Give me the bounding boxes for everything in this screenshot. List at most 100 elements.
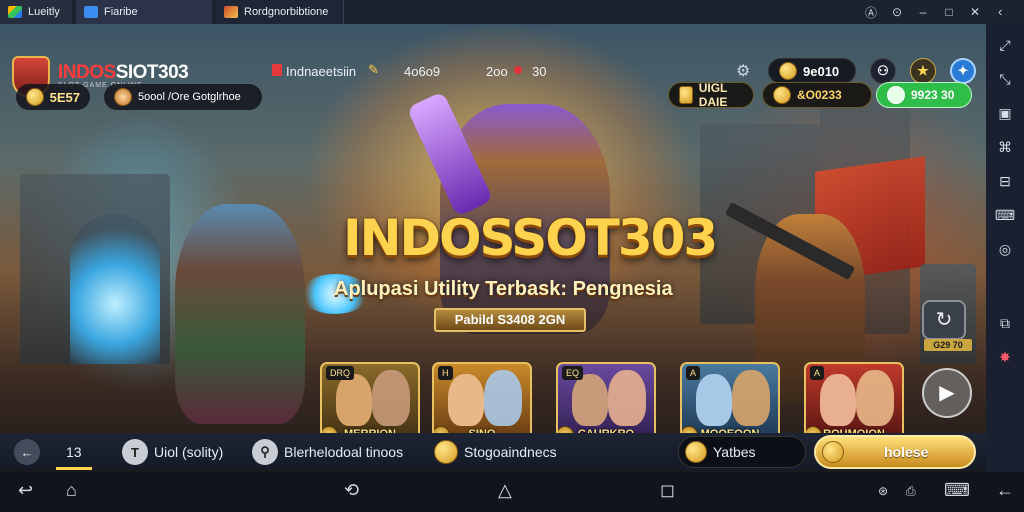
window-controls: Ⓐ ⊙ – □ ✕ bbox=[858, 0, 988, 24]
hero-portrait bbox=[856, 370, 894, 426]
game-viewport[interactable]: INDOSSIOT303 SLOT GAME ONLINE Indnaeetsi… bbox=[0, 24, 986, 472]
tab-app[interactable]: Lueitly bbox=[0, 0, 72, 24]
location-icon[interactable]: ◎ bbox=[994, 238, 1016, 260]
app-icon bbox=[8, 6, 22, 18]
hero-portrait bbox=[608, 370, 646, 426]
game-icon bbox=[224, 6, 238, 18]
profile-avatar-icon[interactable]: ✦ bbox=[950, 58, 976, 84]
stats-banner: Pabild S3408 2GN bbox=[434, 308, 586, 332]
count-b: 2oo bbox=[486, 64, 508, 79]
gold-coin-icon bbox=[26, 88, 44, 106]
tab-game-label: Rordgnorbibtione bbox=[244, 6, 329, 18]
maximize-button[interactable]: □ bbox=[936, 5, 962, 19]
nav-keyboard-icon[interactable]: ⌨ bbox=[944, 480, 970, 501]
active-underline bbox=[56, 467, 92, 470]
resource-3-value: 9923 30 bbox=[911, 88, 955, 102]
hero-portrait bbox=[572, 374, 608, 426]
account-icon[interactable]: Ⓐ bbox=[858, 4, 884, 21]
portal-glow bbox=[70, 214, 160, 364]
bottom-item-3[interactable]: Stogoaindnecs bbox=[434, 440, 557, 464]
nav-recent-icon[interactable]: ◻ bbox=[660, 480, 675, 501]
shield-icon bbox=[685, 441, 707, 463]
tab-home-label: Fiaribe bbox=[104, 6, 138, 18]
count-a: 4o6o9 bbox=[404, 64, 441, 79]
hero-card-tag: H bbox=[438, 366, 453, 380]
hero-card-tag: A bbox=[810, 366, 825, 380]
macro-icon[interactable]: ✸ bbox=[994, 346, 1016, 368]
emulator-toolbar: ⤢ ⤡ ▣ ⌘ ⊟ ⌨ ◎ ⧉ ✸ bbox=[986, 24, 1024, 472]
back-arrow-icon[interactable]: ‹ bbox=[998, 4, 1002, 19]
nav-status-icon: ⊛ bbox=[878, 484, 889, 498]
play-next-button[interactable]: ▶ bbox=[922, 368, 972, 418]
gear-icon[interactable]: ⚙ bbox=[736, 61, 750, 81]
resource-2-value: &O0233 bbox=[797, 88, 842, 102]
friends-icon[interactable]: ⚇ bbox=[870, 58, 896, 84]
nav-collapse-icon[interactable]: ← bbox=[996, 480, 1014, 501]
resource-2[interactable]: &O0233 bbox=[762, 82, 872, 108]
bottom-item-1-label: Uiol (solity) bbox=[154, 444, 224, 460]
level-text: 5oool /Ore Gotglrhoe bbox=[138, 91, 241, 103]
nav-home-icon[interactable]: △ bbox=[498, 480, 512, 501]
hero-portrait bbox=[372, 370, 410, 426]
nav-camera-icon[interactable]: ⎙ bbox=[906, 484, 916, 499]
balance-pill[interactable]: 9e010 bbox=[768, 58, 856, 84]
tagline: Aplupasi Utility Terbask: Pengnesia bbox=[334, 278, 673, 300]
back-icon: ← bbox=[14, 439, 40, 465]
back-button[interactable]: ← bbox=[14, 439, 40, 465]
hero-portrait bbox=[448, 374, 484, 426]
resource-3[interactable]: 9923 30 bbox=[876, 82, 972, 108]
nav-home-alt-icon[interactable]: ⌂ bbox=[66, 480, 77, 501]
keyboard-icon[interactable]: ⌨ bbox=[994, 204, 1016, 226]
search-icon: ⚲ bbox=[252, 439, 278, 465]
resource-1[interactable]: UIGL DAIE bbox=[668, 81, 754, 109]
page-number: 13 bbox=[66, 444, 82, 460]
minimize-button[interactable]: – bbox=[910, 5, 936, 19]
hero-card-tag: EQ bbox=[562, 366, 584, 380]
tab-game[interactable]: Rordgnorbibtione bbox=[216, 0, 344, 24]
title-bar: Lueitly Fiaribe Rordgnorbibtione Ⓐ ⊙ – □… bbox=[0, 0, 1024, 24]
bottom-item-3-label: Stogoaindnecs bbox=[464, 444, 557, 460]
multi-touch-icon[interactable]: ⌘ bbox=[994, 136, 1016, 158]
refresh-icon[interactable]: ↻ bbox=[922, 300, 966, 340]
mid-label[interactable]: Indnaeetsiin bbox=[286, 64, 356, 79]
red-dot-icon bbox=[514, 66, 522, 74]
tab-home[interactable]: Fiaribe bbox=[76, 0, 212, 24]
bottom-item-2[interactable]: ⚲ Blerhelodoal tinoos bbox=[252, 439, 403, 465]
screenshot-icon[interactable]: ▣ bbox=[994, 102, 1016, 124]
nav-back-icon[interactable]: ↩ bbox=[18, 480, 33, 501]
fullscreen-icon[interactable]: ⤢ bbox=[994, 34, 1016, 56]
coins-pill[interactable]: 5E57 bbox=[16, 84, 90, 110]
resource-1-value: UIGL DAIE bbox=[698, 81, 728, 109]
info-icon: T bbox=[122, 439, 148, 465]
coins-value: 5E57 bbox=[49, 89, 80, 105]
level-pill[interactable]: 5oool /Ore Gotglrhoe bbox=[104, 84, 262, 110]
gem-icon bbox=[773, 86, 791, 104]
hero-portrait bbox=[820, 374, 856, 426]
hero-portrait bbox=[696, 374, 732, 426]
minimize-panel-icon[interactable]: ⊟ bbox=[994, 170, 1016, 192]
flag-icon bbox=[272, 64, 282, 76]
hero-portrait bbox=[732, 370, 770, 426]
bottom-item-2-label: Blerhelodoal tinoos bbox=[284, 444, 404, 460]
scroll-icon bbox=[679, 86, 693, 104]
action-button[interactable]: holese bbox=[814, 435, 976, 469]
tab-app-label: Lueitly bbox=[28, 6, 60, 18]
hero-portrait bbox=[484, 370, 522, 426]
pin-icon: ✎ bbox=[368, 62, 379, 77]
star-icon[interactable]: ★ bbox=[910, 58, 936, 84]
balance-value: 9e010 bbox=[803, 63, 840, 79]
hero-card-tag: A bbox=[686, 366, 701, 380]
brand-title: INDOSSIOT303 bbox=[58, 62, 189, 83]
record-icon[interactable]: ⧉ bbox=[994, 312, 1016, 334]
main-title: INDOSSOT303 bbox=[343, 209, 718, 267]
bottom-item-4[interactable]: Yatbes bbox=[678, 436, 806, 468]
action-label: holese bbox=[884, 444, 929, 460]
settings-icon[interactable]: ⊙ bbox=[884, 5, 910, 19]
action-coin-icon bbox=[822, 441, 844, 463]
level-icon bbox=[114, 88, 132, 106]
bottom-item-1[interactable]: T Uiol (solity) bbox=[122, 439, 223, 465]
nav-rotate-icon[interactable]: ⟲ bbox=[344, 480, 359, 501]
resize-icon[interactable]: ⤡ bbox=[994, 68, 1016, 90]
close-button[interactable]: ✕ bbox=[962, 5, 988, 19]
plus-icon bbox=[887, 86, 905, 104]
